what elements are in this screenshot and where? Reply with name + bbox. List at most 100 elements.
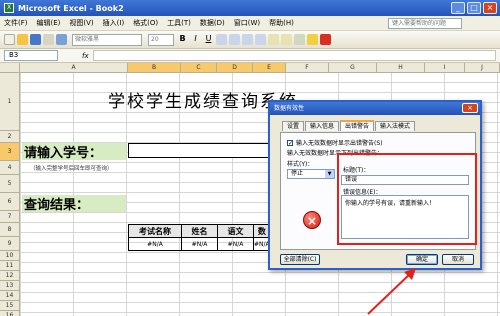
header-name: 姓名 (181, 224, 218, 238)
undo-icon[interactable] (56, 34, 67, 45)
column-header[interactable]: D (217, 63, 253, 73)
row-header[interactable]: 8 (0, 223, 20, 237)
standard-toolbar: 微软雅黑 20 B I U (0, 31, 500, 49)
window-controls: _ □ × (451, 2, 497, 14)
menu-tools[interactable]: 工具(T) (167, 18, 191, 28)
result-cell[interactable]: #N/A (217, 237, 254, 251)
dialog-tabs: 设置 输入信息 出错警告 输入法模式 (282, 120, 416, 132)
column-header[interactable]: I (425, 63, 465, 73)
align-center-icon[interactable] (229, 34, 240, 45)
show-error-checkbox[interactable]: ✓ 输入无效数据时显示出错警告(S) (287, 138, 383, 147)
column-header[interactable]: C (181, 63, 217, 73)
result-value-row: #N/A #N/A #N/A #N/A (128, 237, 271, 251)
row-header[interactable]: 12 (0, 271, 20, 281)
menu-file[interactable]: 文件(F) (4, 18, 28, 28)
result-cell[interactable]: #N/A (128, 237, 182, 251)
column-header[interactable]: H (377, 63, 425, 73)
row-header[interactable]: 2 (0, 131, 20, 143)
style-label: 样式(Y)： (287, 161, 314, 168)
row-header[interactable]: 4 (0, 161, 20, 175)
new-file-icon[interactable] (4, 34, 15, 45)
input-hint: （输入完整学号后回车即可查询） (30, 166, 113, 172)
stop-error-icon: × (303, 211, 321, 229)
column-header[interactable]: B (128, 63, 181, 73)
menu-help[interactable]: 帮助(H) (269, 18, 294, 28)
header-chinese: 语文 (217, 224, 254, 238)
merge-center-icon[interactable] (255, 34, 266, 45)
style-select[interactable]: 停止 ▼ (287, 169, 335, 179)
borders-icon[interactable] (294, 34, 305, 45)
ok-button[interactable]: 确定 (406, 254, 438, 265)
row-header[interactable]: 16 (0, 311, 20, 316)
maximize-icon[interactable]: □ (467, 2, 481, 14)
menu-view[interactable]: 视图(V) (69, 18, 93, 28)
menu-window[interactable]: 窗口(W) (234, 18, 260, 28)
percent-icon[interactable] (268, 34, 279, 45)
tab-settings[interactable]: 设置 (282, 121, 305, 131)
row-header[interactable]: 15 (0, 301, 20, 311)
close-icon[interactable]: × (483, 2, 497, 14)
dialog-title: 数据有效性 (274, 105, 305, 112)
data-validation-dialog: 数据有效性 × 设置 输入信息 出错警告 输入法模式 ✓ 输入无效数据时显示出错… (268, 100, 482, 270)
clear-all-button[interactable]: 全部清除(C) (280, 254, 320, 265)
column-header[interactable]: A (20, 63, 128, 73)
row-header[interactable]: 10 (0, 251, 20, 261)
print-icon[interactable] (43, 34, 54, 45)
font-name-select[interactable]: 微软雅黑 (72, 33, 142, 46)
checkbox-checked-icon[interactable]: ✓ (287, 139, 293, 146)
column-header[interactable]: E (253, 63, 286, 73)
row-header[interactable]: 3 (0, 143, 20, 161)
dialog-title-bar: 数据有效性 × (270, 102, 480, 115)
font-color-icon[interactable] (320, 34, 331, 45)
select-all-corner[interactable] (0, 63, 20, 73)
header-exam-name: 考试名称 (128, 224, 182, 238)
row-header[interactable]: 5 (0, 175, 20, 193)
row-header[interactable]: 9 (0, 237, 20, 251)
open-folder-icon[interactable] (17, 34, 28, 45)
tab-error-alert[interactable]: 出错警告 (340, 120, 375, 131)
row-header[interactable]: 14 (0, 291, 20, 301)
menu-data[interactable]: 数据(D) (200, 18, 225, 28)
cancel-button[interactable]: 取消 (442, 254, 474, 265)
save-icon[interactable] (30, 34, 41, 45)
row-header[interactable]: 7 (0, 211, 20, 223)
window-title-bar: X Microsoft Excel - Book2 _ □ × (0, 0, 500, 16)
fill-color-icon[interactable] (307, 34, 318, 45)
name-box[interactable]: B3 (4, 50, 58, 61)
menu-edit[interactable]: 编辑(E) (37, 18, 61, 28)
student-id-label: 请输入学号： (22, 143, 126, 161)
dialog-close-icon[interactable]: × (462, 103, 478, 113)
underline-icon[interactable]: U (203, 34, 214, 45)
highlight-box (337, 153, 477, 245)
row-header[interactable]: 11 (0, 261, 20, 271)
menu-format[interactable]: 格式(O) (133, 18, 158, 28)
align-left-icon[interactable] (216, 34, 227, 45)
window-title: Microsoft Excel - Book2 (18, 3, 124, 13)
result-cell[interactable]: #N/A (181, 237, 218, 251)
student-id-input-cell[interactable] (128, 143, 286, 158)
column-header[interactable]: G (329, 63, 377, 73)
show-error-checkbox-label: 输入无效数据时显示出错警告(S) (296, 140, 383, 147)
fx-icon[interactable]: fx (82, 52, 89, 60)
tab-input-message[interactable]: 输入信息 (305, 121, 340, 131)
row-header[interactable]: 6 (0, 193, 20, 211)
tab-ime-mode[interactable]: 输入法模式 (375, 121, 416, 131)
comma-icon[interactable] (281, 34, 292, 45)
menu-insert[interactable]: 插入(I) (103, 18, 125, 28)
query-result-label: 查询结果： (22, 195, 126, 213)
font-size-select[interactable]: 20 (148, 33, 174, 46)
style-value: 停止 (291, 170, 304, 177)
formula-bar: B3 fx (0, 49, 500, 63)
row-header[interactable]: 13 (0, 281, 20, 291)
column-header[interactable]: J (465, 63, 500, 73)
align-right-icon[interactable] (242, 34, 253, 45)
chevron-down-icon[interactable]: ▼ (325, 170, 334, 178)
result-table: 考试名称 姓名 语文 数 #N/A #N/A #N/A #N/A (128, 224, 271, 251)
bold-icon[interactable]: B (177, 34, 188, 45)
minimize-icon[interactable]: _ (451, 2, 465, 14)
help-search-input[interactable]: 键入需要帮助的问题 (388, 18, 462, 29)
row-header[interactable]: 1 (0, 73, 20, 131)
italic-icon[interactable]: I (190, 34, 201, 45)
column-header[interactable]: F (286, 63, 329, 73)
formula-input[interactable] (92, 50, 496, 61)
